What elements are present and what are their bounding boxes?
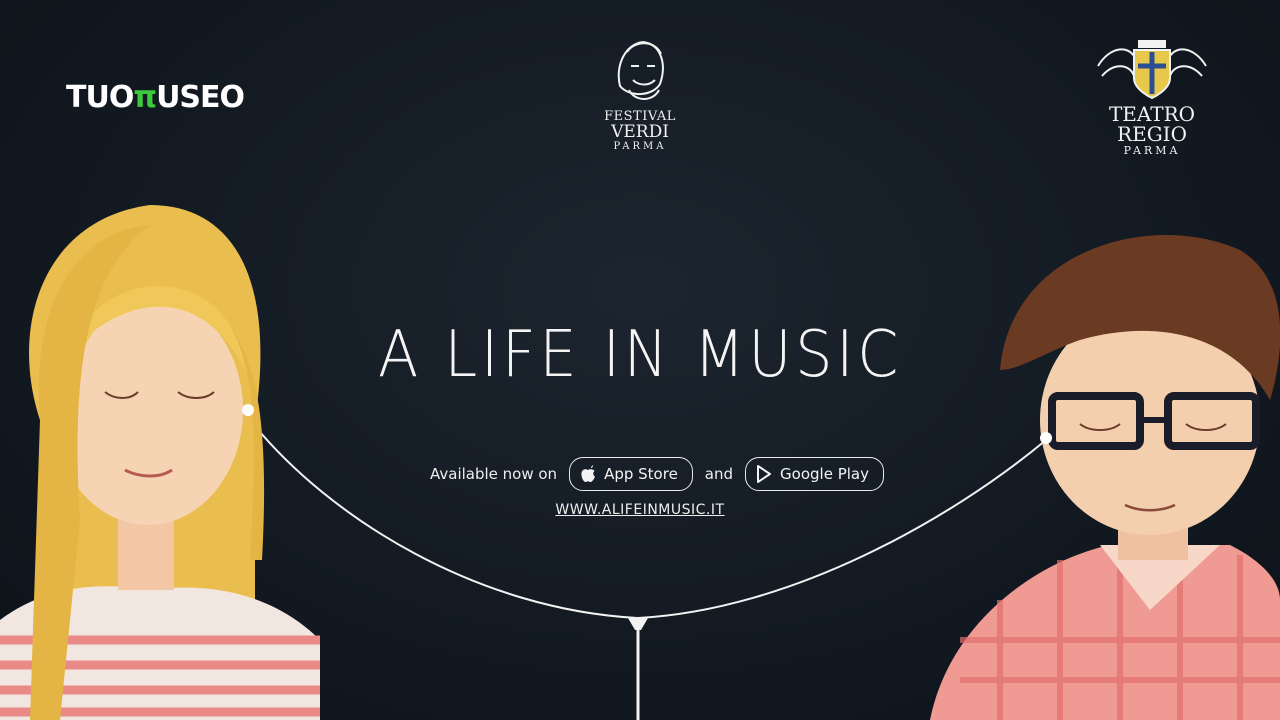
- tuomuseo-logo-part1: TUO: [66, 80, 134, 115]
- app-store-button[interactable]: App Store: [569, 457, 693, 491]
- tuomuseo-logo-part2: π: [133, 80, 157, 115]
- tuomuseo-logo: TUOπUSEO: [66, 80, 245, 115]
- festival-verdi-line3: PARMA: [613, 141, 667, 152]
- earphone-cable: [249, 419, 1047, 620]
- festival-verdi-line2: VERDI: [611, 122, 669, 142]
- google-play-button[interactable]: Google Play: [745, 457, 884, 491]
- website-link[interactable]: WWW.ALIFEINMUSIC.IT: [555, 502, 724, 518]
- teatro-regio-logo: TEATRO REGIO PARMA: [1088, 36, 1216, 157]
- teatro-regio-line2: REGIO: [1117, 122, 1187, 146]
- teatro-regio-line1: TEATRO: [1108, 102, 1196, 126]
- boy-character: [930, 235, 1280, 720]
- availability-prefix: Available now on: [430, 465, 558, 483]
- google-play-label: Google Play: [780, 465, 869, 483]
- tuomuseo-logo-part3: USEO: [156, 80, 245, 115]
- girl-character: [0, 205, 320, 720]
- verdi-portrait-icon: [617, 40, 664, 100]
- crest-icon: [1097, 40, 1207, 100]
- google-play-icon: [757, 465, 772, 483]
- availability-row: Available now on App Store and Google Pl…: [430, 456, 884, 492]
- teatro-regio-line3: PARMA: [1123, 144, 1181, 157]
- apple-icon: [581, 465, 596, 482]
- availability-conjunction: and: [704, 465, 734, 483]
- festival-verdi-logo: FESTIVAL VERDI PARMA: [590, 36, 690, 153]
- app-store-label: App Store: [604, 465, 678, 483]
- website-url-row: WWW.ALIFEINMUSIC.IT: [0, 502, 1280, 518]
- page-title: A LIFE IN MUSIC: [377, 318, 903, 392]
